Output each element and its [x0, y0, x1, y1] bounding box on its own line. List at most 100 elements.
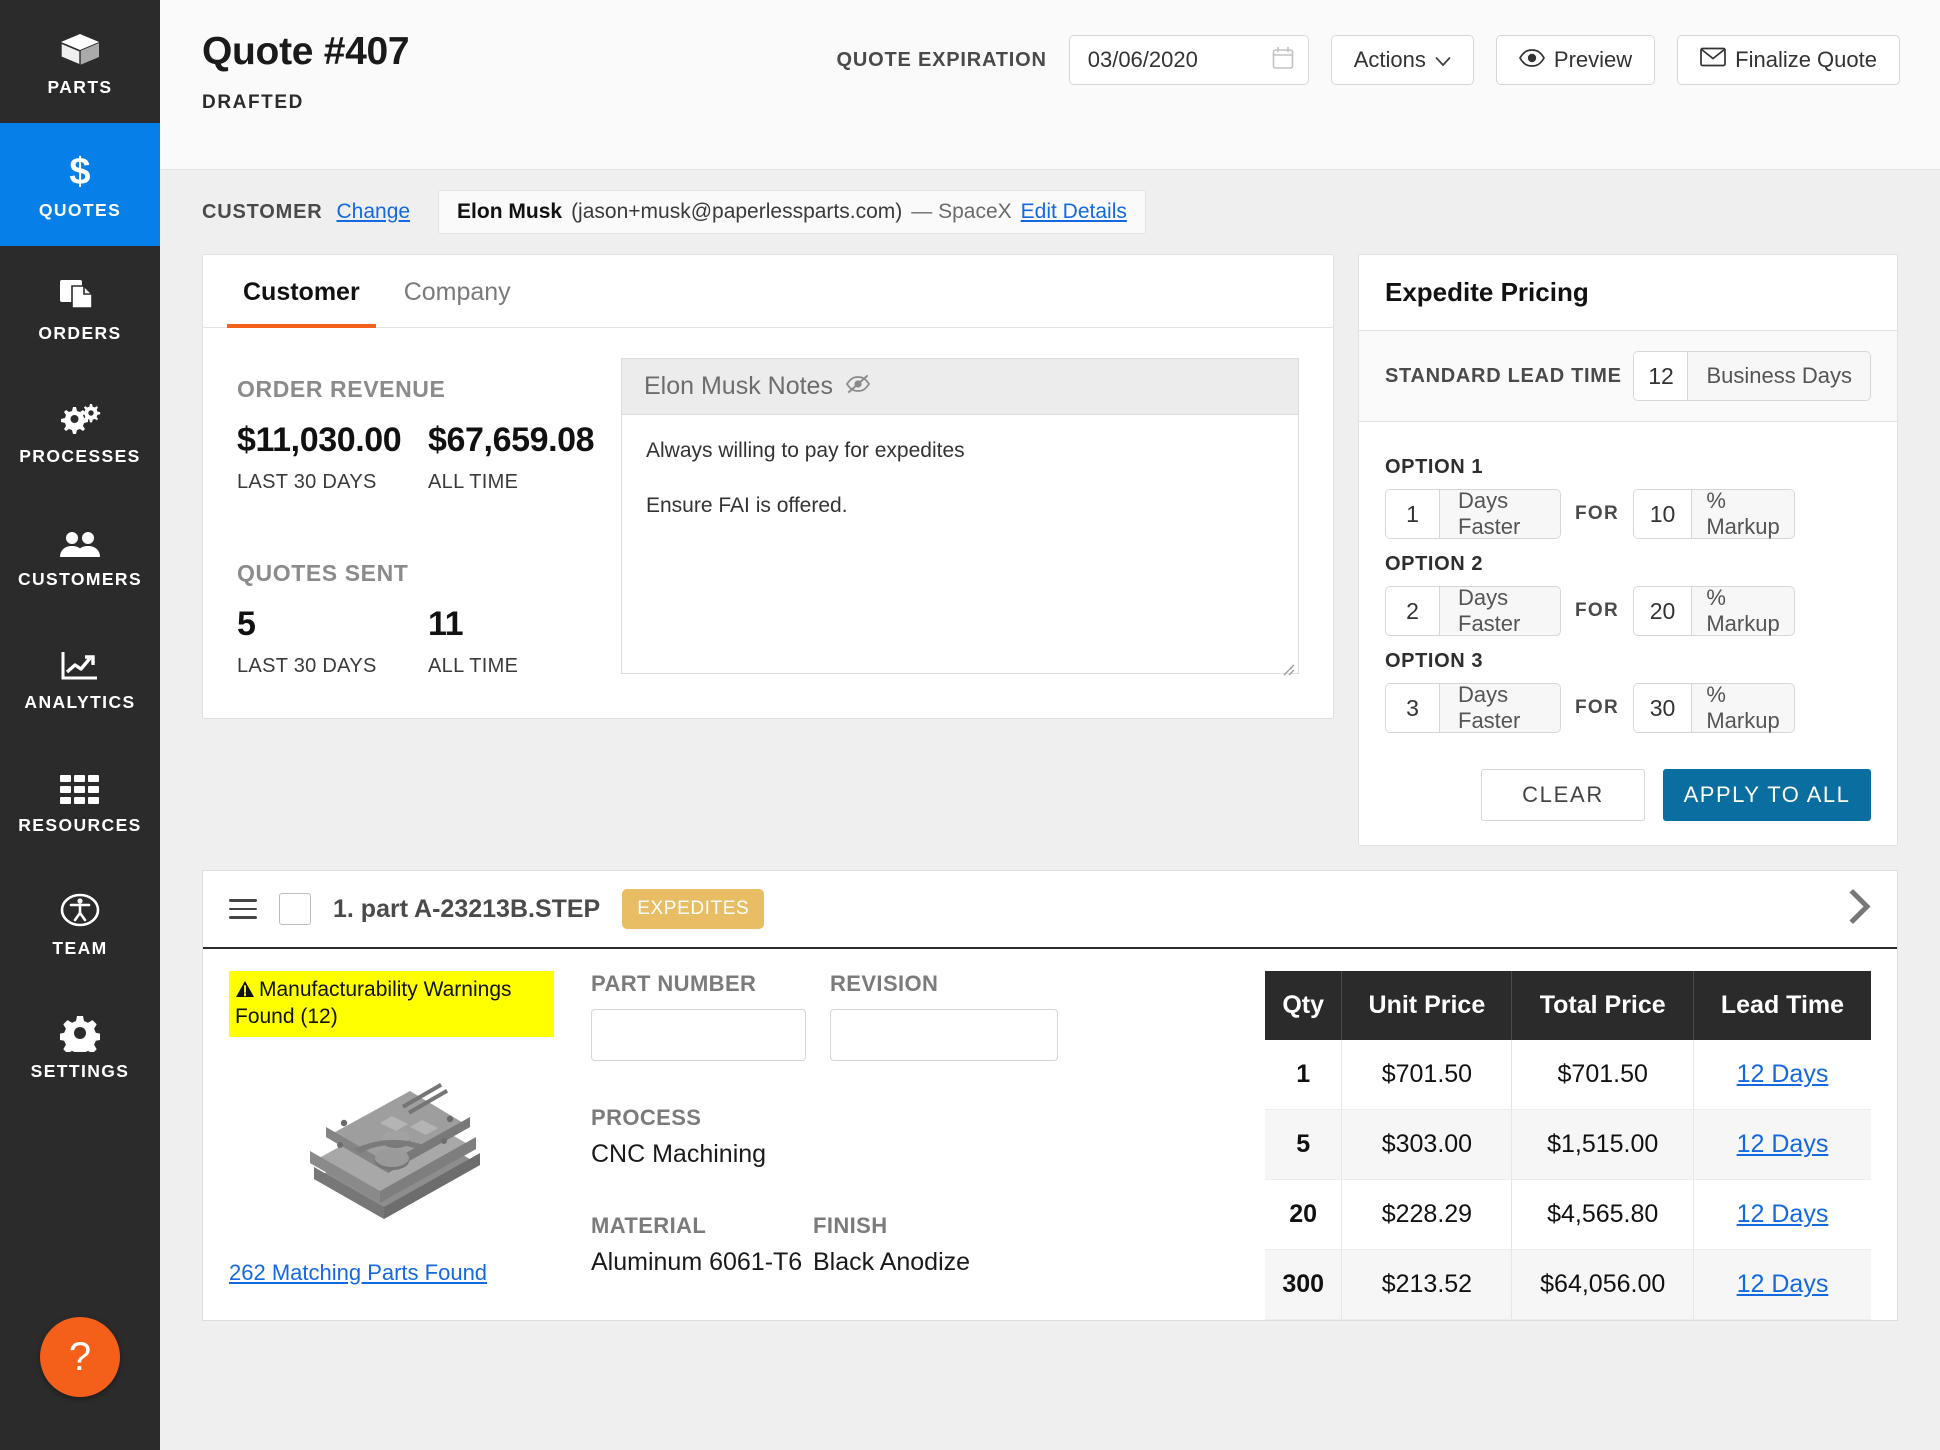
cell-lead-time: 12 Days [1693, 1250, 1871, 1320]
option-markup-value[interactable]: 20 [1633, 586, 1691, 636]
revision-input[interactable] [830, 1009, 1058, 1061]
sidebar-item-orders[interactable]: ORDERS [0, 246, 160, 369]
option-1-markup-input[interactable]: 10 % Markup [1633, 489, 1795, 539]
expedite-pricing-panel: Expedite Pricing STANDARD LEAD TIME 12 B… [1358, 254, 1898, 846]
sidebar-item-settings[interactable]: SETTINGS [0, 984, 160, 1107]
textarea-resize-handle[interactable] [1281, 656, 1295, 670]
option-markup-unit: % Markup [1691, 489, 1795, 539]
preview-button[interactable]: Preview [1496, 35, 1655, 85]
table-row: 300 $213.52 $64,056.00 12 Days [1265, 1250, 1871, 1320]
svg-text:$: $ [69, 151, 90, 191]
expedite-options: OPTION 1 1 Days Faster FOR 10 % Markup O… [1359, 422, 1897, 845]
lead-time-value[interactable]: 12 [1633, 351, 1687, 401]
expedite-header: Expedite Pricing [1359, 255, 1897, 331]
line-item-checkbox[interactable] [279, 893, 311, 925]
gear-icon [60, 1010, 100, 1052]
apply-to-all-button[interactable]: APPLY TO ALL [1663, 769, 1871, 821]
part-number-label: PART NUMBER [591, 971, 806, 997]
lead-time-link[interactable]: 12 Days [1737, 1130, 1829, 1158]
edit-details-link[interactable]: Edit Details [1021, 200, 1127, 224]
sidebar-item-analytics[interactable]: ANALYTICS [0, 615, 160, 738]
stat-group-quotes-sent: QUOTES SENT 5 LAST 30 DAYS 11 ALL TIME [237, 560, 597, 678]
pricing-table-head: Qty Unit Price Total Price Lead Time [1265, 971, 1871, 1040]
revision-field: REVISION [830, 971, 1058, 1061]
material-label: MATERIAL [591, 1213, 813, 1239]
actions-button[interactable]: Actions [1331, 35, 1474, 85]
part-thumbnail[interactable] [229, 1055, 559, 1240]
expedite-actions: CLEAR APPLY TO ALL [1385, 769, 1871, 821]
option-days-value[interactable]: 3 [1385, 683, 1439, 733]
standard-lead-time-input[interactable]: 12 Business Days [1633, 351, 1871, 401]
customer-chip: Elon Musk (jason+musk@paperlessparts.com… [438, 190, 1146, 234]
expedites-badge: EXPEDITES [622, 889, 764, 929]
finalize-quote-button[interactable]: Finalize Quote [1677, 35, 1900, 85]
option-label: OPTION 2 [1385, 553, 1871, 576]
option-3-markup-input[interactable]: 30 % Markup [1633, 683, 1795, 733]
line-item-body: Manufacturability Warnings Found (12) [203, 949, 1897, 1320]
cell-qty: 5 [1265, 1110, 1342, 1180]
table-row: 20 $228.29 $4,565.80 12 Days [1265, 1180, 1871, 1250]
change-customer-link[interactable]: Change [336, 200, 410, 224]
tab-company[interactable]: Company [388, 255, 527, 328]
material-field: MATERIAL Aluminum 6061-T6 [591, 1213, 813, 1277]
eye-slash-icon[interactable] [845, 374, 871, 399]
box-icon [59, 26, 101, 68]
cell-total-price: $701.50 [1512, 1040, 1694, 1110]
lead-time-link[interactable]: 12 Days [1737, 1200, 1829, 1228]
stat-row: $11,030.00 LAST 30 DAYS $67,659.08 ALL T… [237, 421, 597, 494]
calendar-icon[interactable] [1272, 46, 1294, 75]
chevron-right-icon[interactable] [1849, 890, 1871, 929]
option-days-value[interactable]: 1 [1385, 489, 1439, 539]
sidebar-item-quotes[interactable]: $ QUOTES [0, 123, 160, 246]
option-markup-value[interactable]: 10 [1633, 489, 1691, 539]
option-days-value[interactable]: 2 [1385, 586, 1439, 636]
cell-qty: 300 [1265, 1250, 1342, 1320]
stat-value: $67,659.08 [428, 421, 603, 460]
sidebar-item-label: QUOTES [39, 200, 121, 221]
matching-parts-link[interactable]: 262 Matching Parts Found [229, 1260, 487, 1286]
tab-customer[interactable]: Customer [227, 255, 376, 328]
customer-name: Elon Musk [457, 200, 562, 224]
customer-company: — SpaceX [911, 200, 1011, 224]
sidebar-item-team[interactable]: TEAM [0, 861, 160, 984]
header-actions: QUOTE EXPIRATION 03/06/2020 Actions [837, 35, 1901, 85]
pricing-table-wrap: Qty Unit Price Total Price Lead Time 1 $… [1251, 971, 1871, 1320]
note-line: Ensure FAI is offered. [646, 492, 1274, 520]
drag-handle-icon[interactable] [229, 899, 257, 919]
sidebar-item-resources[interactable]: RESOURCES [0, 738, 160, 861]
part-number-input[interactable] [591, 1009, 806, 1061]
content-columns: Customer Company ORDER REVENUE $11,030.0… [160, 254, 1940, 846]
line-item-header: 1. part A-23213B.STEP EXPEDITES [203, 871, 1897, 949]
stat-sublabel: LAST 30 DAYS [237, 655, 412, 678]
stat-group-order-revenue: ORDER REVENUE $11,030.00 LAST 30 DAYS $6… [237, 376, 597, 494]
cell-total-price: $4,565.80 [1512, 1180, 1694, 1250]
finalize-quote-label: Finalize Quote [1735, 47, 1877, 73]
sidebar-item-processes[interactable]: PROCESSES [0, 369, 160, 492]
stat-cell: 5 LAST 30 DAYS [237, 605, 412, 678]
customer-notes-body[interactable]: Always willing to pay for expedites Ensu… [621, 414, 1299, 674]
manufacturability-warning-text: Manufacturability Warnings Found (12) [235, 978, 512, 1028]
material-finish-fields: MATERIAL Aluminum 6061-T6 FINISH Black A… [591, 1213, 1251, 1277]
help-button[interactable]: ? [40, 1317, 120, 1397]
customer-notes-header: Elon Musk Notes [621, 358, 1299, 414]
lead-time-link[interactable]: 12 Days [1737, 1270, 1829, 1298]
option-markup-value[interactable]: 30 [1633, 683, 1691, 733]
stat-cell: $11,030.00 LAST 30 DAYS [237, 421, 412, 494]
process-value: CNC Machining [591, 1140, 1251, 1169]
column-header-total-price: Total Price [1512, 971, 1694, 1040]
manufacturability-warning[interactable]: Manufacturability Warnings Found (12) [229, 971, 554, 1037]
option-row: 3 Days Faster FOR 30 % Markup [1385, 683, 1871, 733]
gears-icon [57, 395, 103, 437]
lead-time-link[interactable]: 12 Days [1737, 1060, 1829, 1088]
option-1-days-input[interactable]: 1 Days Faster [1385, 489, 1561, 539]
quote-expiration-input[interactable]: 03/06/2020 [1069, 35, 1309, 85]
process-field: PROCESS CNC Machining [591, 1105, 1251, 1169]
status-badge: DRAFTED [202, 92, 409, 114]
option-2-markup-input[interactable]: 20 % Markup [1633, 586, 1795, 636]
sidebar-item-customers[interactable]: CUSTOMERS [0, 492, 160, 615]
sidebar-item-parts[interactable]: PARTS [0, 0, 160, 123]
finish-value: Black Anodize [813, 1248, 970, 1277]
option-2-days-input[interactable]: 2 Days Faster [1385, 586, 1561, 636]
option-3-days-input[interactable]: 3 Days Faster [1385, 683, 1561, 733]
clear-button[interactable]: CLEAR [1481, 769, 1645, 821]
